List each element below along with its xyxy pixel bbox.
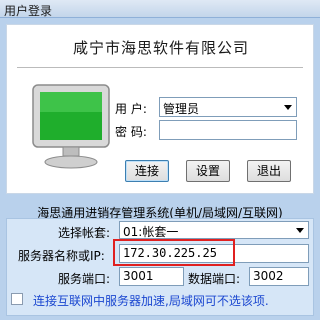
account-set-label: 选择帐套: [58, 226, 111, 240]
settings-button[interactable]: 设置 [186, 160, 230, 182]
server-label: 服务器名称或IP: [18, 249, 105, 263]
account-set-select[interactable]: 01:帐套一 [119, 221, 309, 239]
window-titlebar: 用户登录 [0, 0, 320, 18]
company-name: 咸宁市海思软件有限公司 [72, 39, 249, 57]
user-select-value: 管理员 [163, 102, 200, 116]
password-label: 密 码: [115, 125, 147, 139]
user-label: 用 户: [115, 102, 147, 116]
chevron-down-icon[interactable] [296, 228, 304, 233]
window-title: 用户登录 [4, 4, 53, 18]
login-dialog: 咸宁市海思软件有限公司 用 户: 管理员 密 码: 连接 设置 退出 海思通用进… [0, 18, 320, 320]
data-port-label: 数据端口: [188, 272, 241, 286]
data-port-input[interactable]: 3002 [249, 267, 309, 286]
monitor-icon [32, 84, 110, 169]
user-select[interactable]: 管理员 [159, 97, 297, 117]
service-port-label: 服务端口: [58, 272, 111, 286]
highlight-box [113, 239, 235, 266]
service-port-input[interactable]: 3001 [119, 267, 184, 286]
exit-button[interactable]: 退出 [247, 160, 291, 182]
password-field[interactable] [159, 120, 297, 140]
chevron-down-icon[interactable] [284, 105, 292, 110]
divider [17, 67, 303, 68]
accelerate-label[interactable]: 连接互联网中服务器加速,局域网可不选该项. [33, 292, 269, 309]
server-panel: 选择帐套: 01:帐套一 服务器名称或IP: 172.30.225.25 服务端… [6, 218, 314, 316]
accelerate-checkbox[interactable] [11, 293, 23, 305]
login-panel: 咸宁市海思软件有限公司 用 户: 管理员 密 码: 连接 设置 退出 [6, 24, 314, 194]
connect-button[interactable]: 连接 [125, 160, 169, 182]
account-set-value: 01:帐套一 [123, 225, 179, 239]
